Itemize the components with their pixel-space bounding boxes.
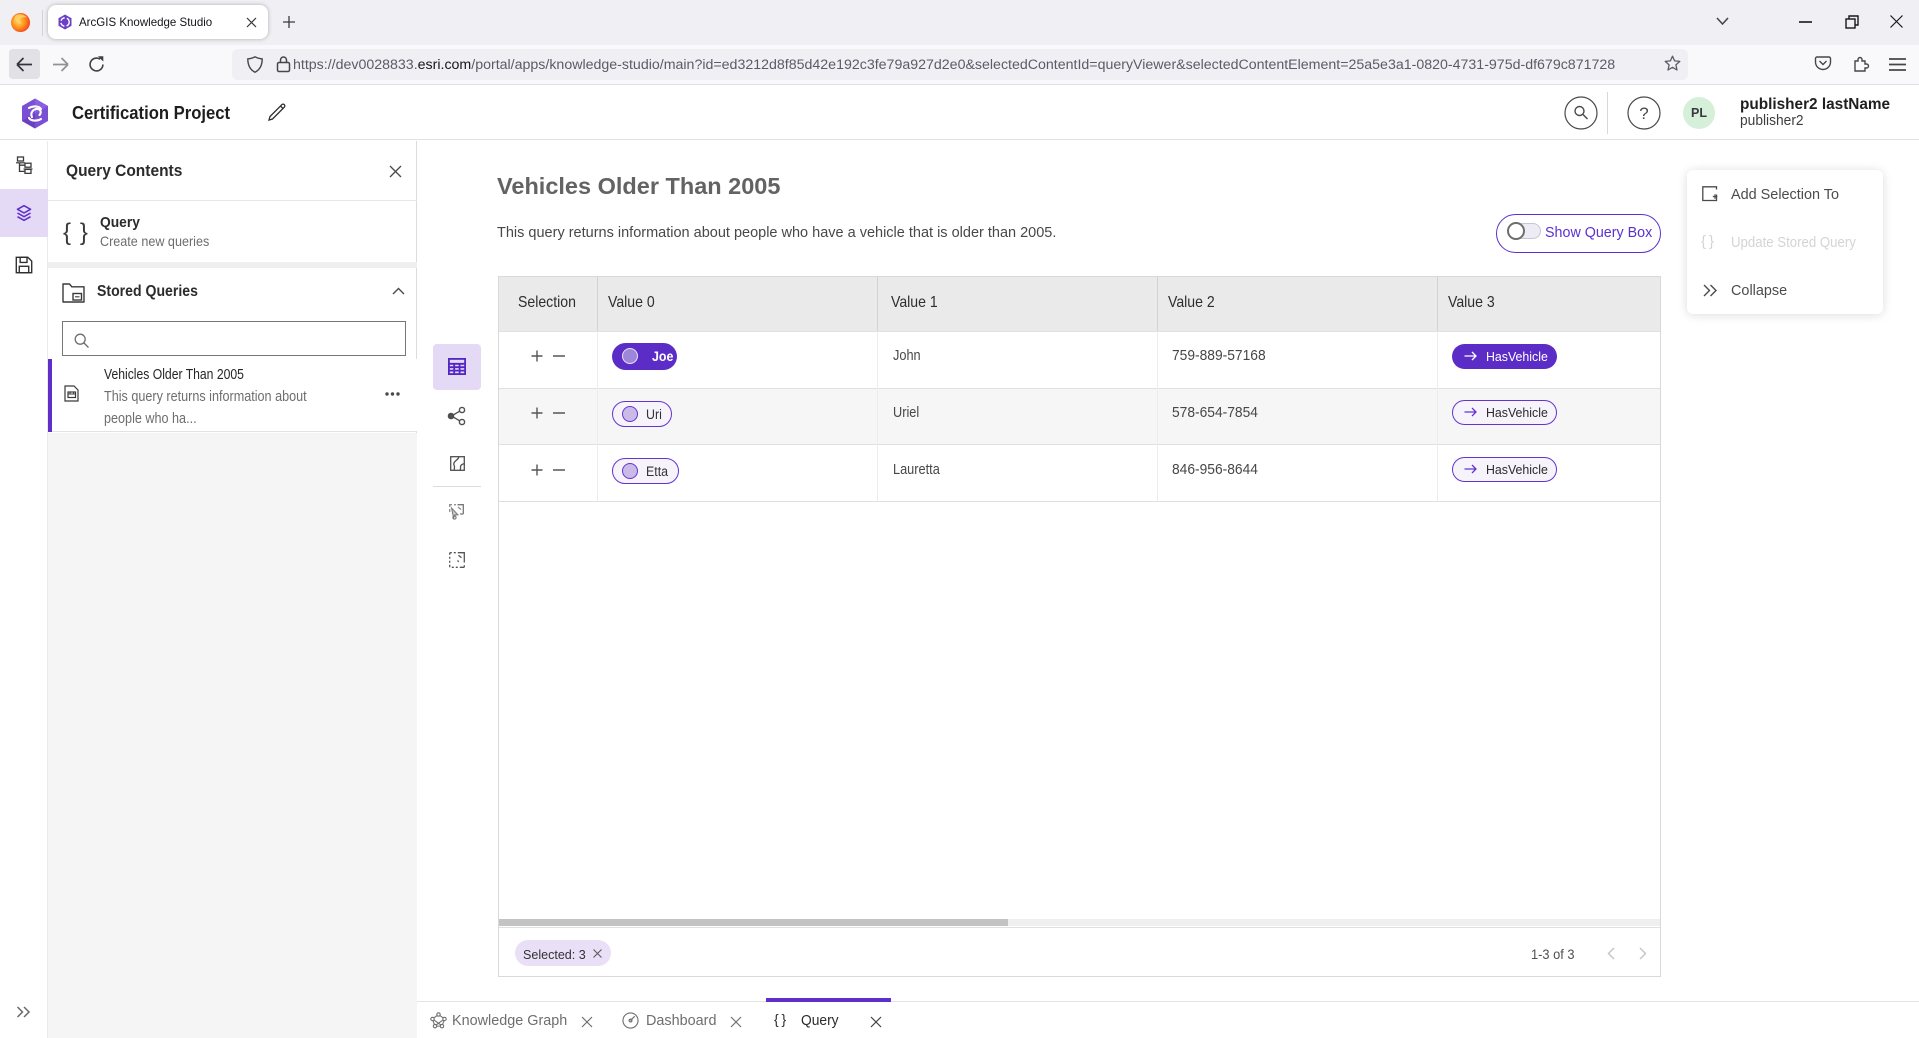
svg-text:?: ? [1639,104,1648,123]
